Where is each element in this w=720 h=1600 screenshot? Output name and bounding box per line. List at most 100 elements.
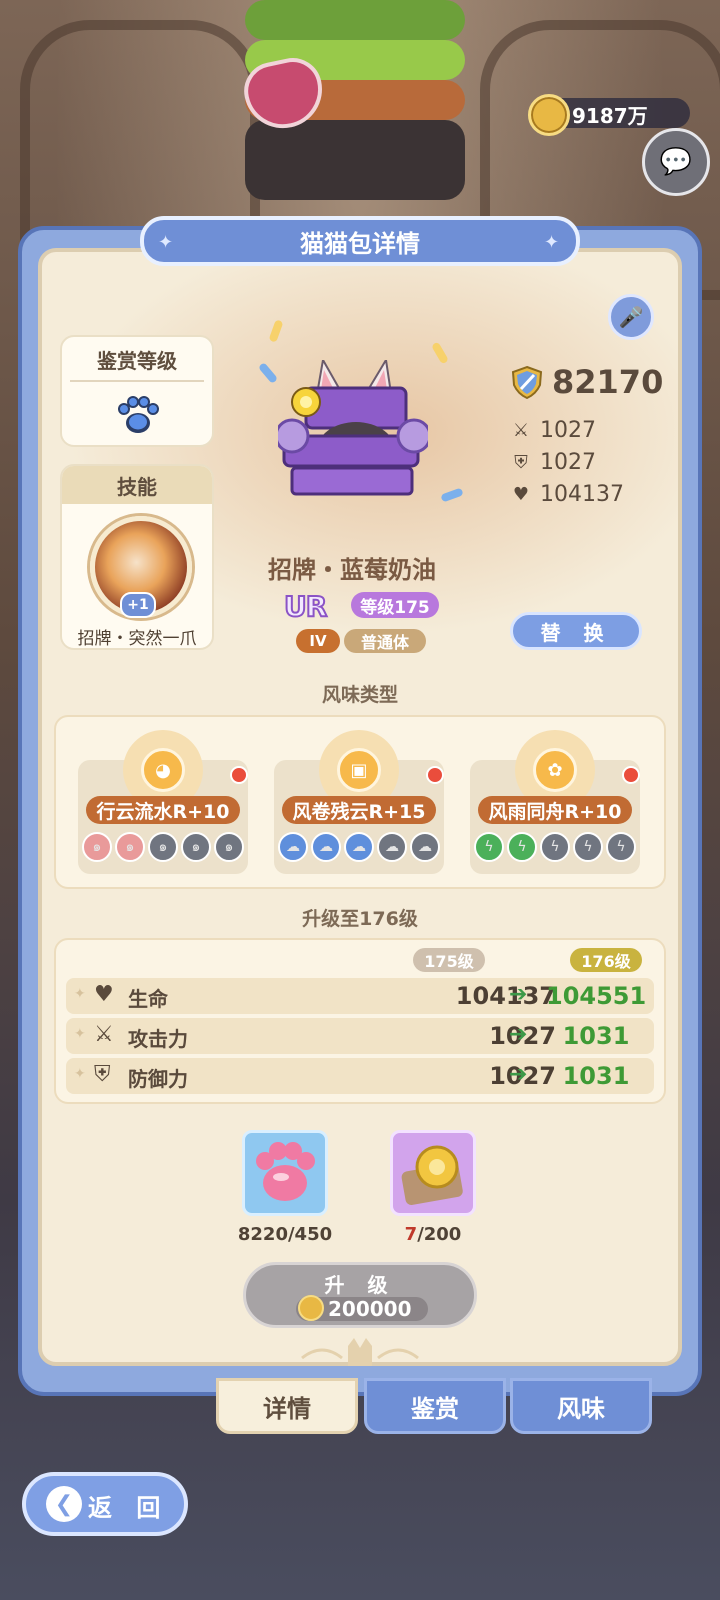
replace-button[interactable]: 替 换 <box>510 612 642 650</box>
banner-star-icon: ✦ <box>544 232 560 253</box>
appraise-level-title: 鉴赏等级 <box>97 349 177 373</box>
appraise-level-box[interactable]: 鉴赏等级 <box>60 335 214 447</box>
coin-balance: 9187万 <box>572 104 648 128</box>
cat-name: 招牌・蓝莓奶油 <box>268 556 436 584</box>
combat-power: 82170 <box>510 363 663 401</box>
tab-flavor[interactable]: 风味 <box>510 1378 652 1434</box>
paw-icon <box>118 396 159 433</box>
tornado-icon: ๑ <box>148 832 178 862</box>
pink-paw-jelly-icon <box>256 1142 315 1201</box>
lightning-icon: ϟ <box>474 832 504 862</box>
attack-value: 1027 <box>540 418 596 443</box>
current-level-badge: 175级 <box>413 948 485 972</box>
coin-icon <box>298 1295 324 1321</box>
stat-name: 防御力 <box>128 1067 188 1091</box>
flavor-slots: ☁ ☁ ☁ ☁ ☁ <box>278 832 440 862</box>
stat-next: 1031 <box>562 1022 630 1050</box>
material-qty: 7/200 <box>368 1224 498 1245</box>
stat-name: 攻击力 <box>128 1027 188 1051</box>
material-need: /200 <box>417 1224 462 1245</box>
shield-icon: ⛨ <box>514 452 528 473</box>
red-dot-notification <box>230 766 248 784</box>
tornado-icon: ๑ <box>181 832 211 862</box>
back-button[interactable]: ❮ 返 回 <box>22 1472 188 1536</box>
combat-power-value: 82170 <box>552 363 664 401</box>
tab-details[interactable]: 详情 <box>216 1378 358 1434</box>
star-icon: ✦ <box>74 986 86 1002</box>
stat-next: 104551 <box>546 982 647 1010</box>
upgrade-cost: 200000 <box>328 1297 412 1321</box>
hp-stat: ♥ 104137 <box>510 482 624 507</box>
chat-bubbles-icon: 💬 <box>659 147 693 177</box>
tier-badge: IV <box>296 629 340 653</box>
red-dot-notification <box>622 766 640 784</box>
lightning-icon: ϟ <box>606 832 636 862</box>
divider <box>70 380 204 382</box>
storm-cloud-icon: ☁ <box>311 832 341 862</box>
arrow-right-icon: ➔ <box>509 1062 528 1087</box>
coin-icon <box>528 94 570 136</box>
music-box-icon: ▣ <box>337 748 381 792</box>
storm-cloud-icon: ☁ <box>410 832 440 862</box>
panel-title-banner: 猫猫包详情 <box>140 216 580 266</box>
shield-icon: ⛨ <box>94 1062 111 1087</box>
hp-value: 104137 <box>540 482 624 507</box>
skill-level-badge: +1 <box>120 592 156 618</box>
upgrade-button[interactable]: 升 级 200000 <box>243 1262 477 1328</box>
tab-bar: 详情 鉴赏 风味 <box>216 1378 656 1438</box>
storm-cloud-icon: ☁ <box>377 832 407 862</box>
crossed-swords-icon: ⚔ <box>94 1022 114 1047</box>
fox-icon: ✿ <box>533 748 577 792</box>
tornado-icon: ๑ <box>82 832 112 862</box>
attack-stat: ⚔ 1027 <box>510 418 596 443</box>
defense-upgrade-row: ✦ ⛨ 防御力 1027 ➔ 1031 <box>66 1058 654 1094</box>
flavor-card[interactable]: ▣ 风卷残云R+15 ☁ ☁ ☁ ☁ ☁ <box>274 730 444 874</box>
flavor-label: 风雨同舟R+10 <box>478 796 632 824</box>
banner-star-icon: ✦ <box>158 232 174 253</box>
voice-button[interactable]: 🎤 <box>608 294 654 340</box>
material-qty: 8220/450 <box>237 1224 333 1245</box>
material-golden-bread[interactable] <box>390 1130 476 1216</box>
skill-box[interactable]: 技能 +1 招牌・突然一爪 <box>60 464 214 650</box>
cat-bun-character[interactable] <box>278 360 428 500</box>
heart-icon: ♥ <box>512 484 530 505</box>
panel-title: 猫猫包详情 <box>300 229 420 258</box>
material-paw-jelly[interactable] <box>242 1130 328 1216</box>
flavor-card[interactable]: ✿ 风雨同舟R+10 ϟ ϟ ϟ ϟ ϟ <box>470 730 640 874</box>
stat-current: 1027 <box>489 1062 556 1090</box>
defense-stat: ⛨ 1027 <box>510 450 596 475</box>
lightning-icon: ϟ <box>540 832 570 862</box>
star-icon: ✦ <box>74 1066 86 1082</box>
tornado-icon: ๑ <box>115 832 145 862</box>
upgrade-button-label: 升 级 <box>324 1273 396 1297</box>
lightning-icon: ϟ <box>507 832 537 862</box>
red-dot-notification <box>426 766 444 784</box>
flavor-label: 风卷残云R+15 <box>282 796 436 824</box>
crossed-swords-icon: ⚔ <box>512 420 530 441</box>
skill-title: 技能 <box>62 466 212 504</box>
cat-ornament-icon <box>301 1338 419 1366</box>
arrow-right-icon: ➔ <box>509 982 528 1007</box>
cat-face-icon: ◕ <box>141 748 185 792</box>
chat-button[interactable]: 💬 <box>642 128 710 196</box>
flavor-card[interactable]: ◕ 行云流水R+10 ๑ ๑ ๑ ๑ ๑ <box>78 730 248 874</box>
attack-upgrade-row: ✦ ⚔ 攻击力 1027 ➔ 1031 <box>66 1018 654 1054</box>
next-level-badge: 176级 <box>570 948 642 972</box>
power-shield-icon <box>511 365 543 399</box>
material-have: 7 <box>404 1224 418 1245</box>
stat-current: 104137 <box>455 982 556 1010</box>
flavor-section-title: 风味类型 <box>321 684 398 706</box>
flavor-label: 行云流水R+10 <box>86 796 240 824</box>
storm-cloud-icon: ☁ <box>344 832 374 862</box>
level-badge: 等级175 <box>351 592 439 618</box>
lightning-icon: ϟ <box>573 832 603 862</box>
microphone-icon: 🎤 <box>618 305 644 329</box>
back-arrow-icon: ❮ <box>46 1486 82 1522</box>
golden-bread-icon <box>401 1145 463 1205</box>
heart-icon: ♥ <box>94 982 114 1007</box>
stat-next: 1031 <box>562 1062 630 1090</box>
back-button-label: 返 回 <box>88 1494 169 1522</box>
tab-appraise[interactable]: 鉴赏 <box>364 1378 506 1434</box>
flavor-slots: ϟ ϟ ϟ ϟ ϟ <box>474 832 636 862</box>
skill-name: 招牌・突然一爪 <box>77 629 197 649</box>
